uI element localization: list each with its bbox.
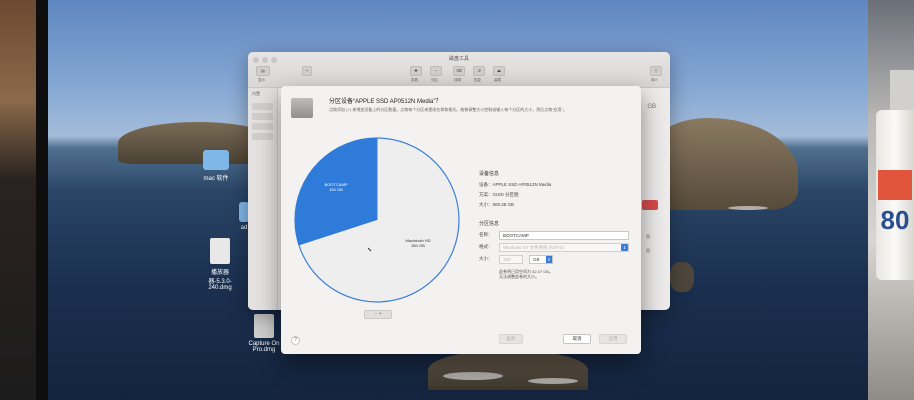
erase-label: 抹掉 [454,78,461,82]
rock [670,262,694,292]
name-label: 名称： [479,232,493,237]
desktop-icon-capture[interactable]: Capture On Pro.dmg [246,314,282,353]
hard-drive-icon [291,98,313,118]
device-info-title: 设备信息 [479,171,500,177]
first-aid-button[interactable]: ✚ [410,66,422,76]
titlebar: 磁盘工具 ▤ 显示 + ✚ 急救 ◔ 分区 ⌫ 抹掉 ↺ 恢复 ⏏ 装载 ⓘ 简… [248,52,670,88]
desktop-icon-label: 播放器 [210,270,229,276]
chevron-updown-icon: ⇕ [546,256,552,263]
desktop-icon-label: Pro.dmg [252,347,276,353]
partition-label: 分区 [431,78,438,82]
erase-button[interactable]: ⌫ [453,66,465,76]
unit-value: GB [533,257,540,262]
format-select[interactable]: Windows NT 文件系统 (NTFS) ⇕ [499,243,629,252]
format-value: Windows NT 文件系统 (NTFS) [503,245,564,250]
desktop-icon-label: mac 软件 [203,176,229,182]
add-remove-partition-buttons[interactable]: − + [364,310,392,319]
pie-label-macintosh: Macintosh HD 350 GB [393,238,443,248]
pie-chart[interactable] [291,134,463,306]
device-line: 设备：APPLE SSD AP0512N Media [479,182,552,187]
sidebar-item[interactable] [252,113,273,120]
unit-select[interactable]: GB ⇕ [529,255,553,264]
bottle-cap [890,70,914,114]
island-bottom [428,350,588,390]
partition-size: 350 GB [411,243,425,248]
surf [728,206,768,210]
format-label: 格式： [479,244,493,249]
sheet-description: 点按添加 (+) 来增加设备上的分区数量。点按每个分区来更改名称和格式。拖移调整… [329,107,567,112]
restore-label: 恢复 [474,78,481,82]
desktop-icon-dmg[interactable]: 播放器 器-5.3.0-240.dmg [198,238,242,291]
partition-size: 150 GB [329,187,343,192]
disk-image-icon [210,238,230,264]
island-right [648,118,798,210]
sidebar-header: 内置 [252,91,260,96]
add-volume-button[interactable]: + [302,66,312,76]
pie-label-bootcamp: BOOTCAMP 150 GB [311,182,361,192]
surf [443,372,503,380]
capacity-unit: GB [647,104,656,110]
size-note-line: 无法调整此卷的大小。 [499,274,539,279]
name-input[interactable]: BOOTCAMP [499,231,629,240]
surf [528,378,578,384]
bottle-label [878,170,912,200]
size-label: 大小： [479,256,493,261]
chevron-updown-icon: ⇕ [621,244,628,251]
capacity-unit: GB [644,206,650,211]
sidebar-item[interactable] [252,123,273,130]
sidebar-item[interactable] [252,133,273,140]
disk-image-icon [254,314,274,338]
first-aid-label: 急救 [411,78,418,82]
mount-label: 装载 [494,78,501,82]
size-input[interactable]: 150 [499,255,523,264]
size-note: 此卷将已用空间为 52.37 GB。 无法调整此卷的大小。 [499,269,553,279]
mount-button[interactable]: ⏏ [493,66,505,76]
view-label: 显示 [258,78,265,82]
info-value: 图 [646,248,650,253]
window-title: 磁盘工具 [448,56,469,62]
info-value: 图 [646,234,650,239]
revert-button[interactable]: 复原 [499,334,523,344]
apply-button[interactable]: 应用 [599,334,627,344]
view-button[interactable]: ▤ [256,66,270,76]
desktop-icon-label: ad [240,225,248,231]
partition-info-title: 分区信息 [479,221,500,227]
partition-button[interactable]: ◔ [430,66,442,76]
desktop-icon-folder[interactable]: mac 软件 [196,150,236,182]
sidebar: 内置 [248,88,278,310]
desktop-icon-label: 器-5.3.0-240.dmg [208,279,232,291]
sheet-title: 分区设备“APPLE SSD AP0512N Media”？ [329,99,442,105]
partition-pie[interactable]: BOOTCAMP 150 GB Macintosh HD 350 GB [291,134,463,306]
info-label: 简介 [651,78,658,82]
scheme-line: 方案：GUID 分区图 [479,192,519,197]
restore-toolbar-button[interactable]: ↺ [473,66,485,76]
bottle-text: 80 [880,205,910,235]
folder-icon [203,150,229,170]
partition-sheet: 分区设备“APPLE SSD AP0512N Media”？ 点按添加 (+) … [281,86,641,354]
sidebar-item[interactable] [252,103,273,110]
info-button[interactable]: ⓘ [650,66,662,76]
help-button[interactable]: ? [291,336,300,345]
size-line: 大小：500.28 GB [479,202,515,207]
cancel-button[interactable]: 取消 [563,334,591,344]
